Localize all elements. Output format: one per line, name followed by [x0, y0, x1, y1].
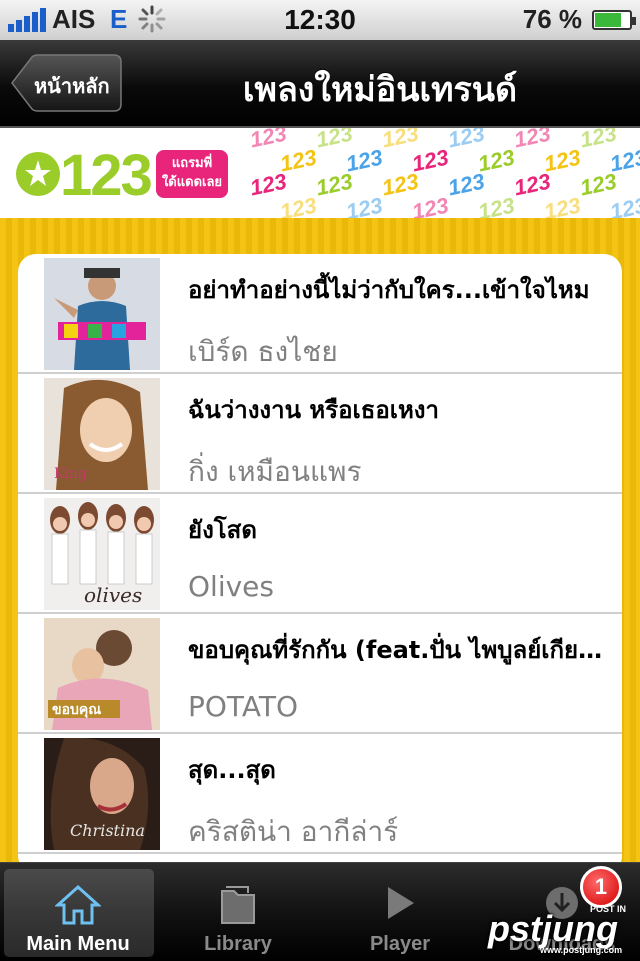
svg-text:Christina: Christina — [70, 821, 145, 840]
back-button[interactable]: หน้าหลัก — [10, 54, 122, 112]
banner-pattern-logo: 123 — [445, 168, 487, 201]
folder-icon — [221, 886, 255, 924]
song-title: สุด...สุด — [188, 756, 276, 784]
tab-library[interactable]: Library — [160, 863, 316, 961]
banner-pattern-logo: 123 — [577, 128, 619, 153]
song-title: ยังโสด — [188, 516, 257, 544]
banner-pattern-logo: 123 — [343, 192, 385, 221]
song-artist: Olives — [188, 570, 274, 603]
album-cover-image: Christina — [44, 738, 160, 850]
song-title: อย่าทำอย่างนี้ไม่ว่ากับใคร...เข้าใจไหม — [188, 276, 590, 304]
album-cover-image: olives — [44, 498, 160, 610]
back-button-label: หน้าหลัก — [34, 74, 110, 98]
home-icon — [55, 884, 101, 925]
svg-text:King: King — [54, 466, 87, 482]
song-artist: คริสติน่า อากีล่าร์ — [188, 815, 399, 848]
banner-pattern-logo: 123 — [247, 168, 289, 201]
banner-tagline: แถรมพี่ ใด้แดดเลย — [156, 150, 228, 198]
banner-pattern-logo: 123 — [379, 168, 421, 201]
song-row[interactable]: olives ยังโสด Olives — [18, 494, 622, 614]
banner-pattern-logo: 123 — [577, 168, 619, 201]
banner-pattern-logo: 123 — [511, 168, 553, 201]
banner-pattern-logo: 123 — [379, 128, 421, 153]
album-cover-image: King — [44, 378, 160, 490]
banner-tagline-line1: แถรมพี่ — [171, 156, 213, 171]
navigation-bar: หน้าหลัก เพลงใหม่อินเทรนด์ — [0, 40, 640, 128]
svg-text:ขอบคุณ: ขอบคุณ — [52, 702, 101, 718]
star-logo-icon — [16, 152, 60, 196]
song-artist: เบิร์ด ธงไชย — [188, 335, 338, 368]
album-cover-image — [44, 258, 160, 370]
album-cover-image: ขอบคุณ — [44, 618, 160, 730]
banner-pattern-logo: 123 — [313, 128, 355, 153]
tab-label: Library — [204, 933, 272, 955]
song-row[interactable]: ขอบคุณ ขอบคุณที่รักกัน (feat.ปั่น ไพบูลย… — [18, 614, 622, 734]
play-icon — [388, 887, 414, 919]
banner-tagline-line2: ใด้แดดเลย — [161, 175, 223, 190]
song-list: อย่าทำอย่างนี้ไม่ว่ากับใคร...เข้าใจไหม เ… — [18, 254, 622, 874]
page-title: เพลงใหม่อินเทรนด์ — [242, 70, 518, 110]
song-artist: POTATO — [188, 690, 298, 723]
ad-banner[interactable]: 123 แถรมพี่ ใด้แดดเลย 123 123 123 123 123 123… — [0, 128, 640, 221]
tab-label: Player — [369, 933, 431, 955]
battery-percent: 76 % — [522, 4, 582, 34]
banner-pattern-logo: 123 — [475, 192, 517, 221]
song-row[interactable]: อย่าทำอย่างนี้ไม่ว่ากับใคร...เข้าใจไหม เ… — [18, 254, 622, 374]
tab-main-menu[interactable]: Main Menu — [0, 863, 156, 961]
song-row[interactable]: King ฉันว่างงาน หรือเธอเหงา กิ่ง เหมือนแ… — [18, 374, 622, 494]
song-artist: กิ่ง เหมือนแพร — [188, 455, 362, 488]
svg-text:olives: olives — [84, 583, 142, 607]
song-title: ฉันว่างงาน หรือเธอเหงา — [188, 396, 439, 424]
banner-pattern-logo: 123 — [313, 168, 355, 201]
banner-pattern-logo: 123 — [607, 192, 640, 221]
watermark-url: www.postjung.com — [540, 945, 623, 955]
banner-pattern-logo: 123 — [511, 128, 553, 153]
banner-pattern-logo: 123 — [445, 128, 487, 153]
status-bar: AIS E 12:30 76 % — [0, 0, 640, 40]
battery-icon — [592, 10, 636, 30]
tab-player[interactable]: Player — [322, 863, 478, 961]
song-list-area: อย่าทำอย่างนี้ไม่ว่ากับใคร...เข้าใจไหม เ… — [0, 218, 640, 874]
tab-label: Main Menu — [26, 933, 130, 955]
banner-pattern-logo: 123 — [277, 192, 319, 221]
song-title: ขอบคุณที่รักกัน (feat.ปั่น ไพบูลย์เกียรต… — [188, 636, 608, 664]
song-row[interactable]: Christina สุด...สุด คริสติน่า อากีล่าร์ — [18, 734, 622, 854]
banner-logo-text: 123 — [60, 143, 153, 208]
banner-pattern-logo: 123 — [247, 128, 289, 153]
banner-pattern-logo: 123 — [541, 192, 583, 221]
banner-pattern-logo: 123 — [409, 192, 451, 221]
downloads-badge: 1 — [580, 866, 622, 908]
watermark-logo: pstjung — [488, 908, 618, 949]
